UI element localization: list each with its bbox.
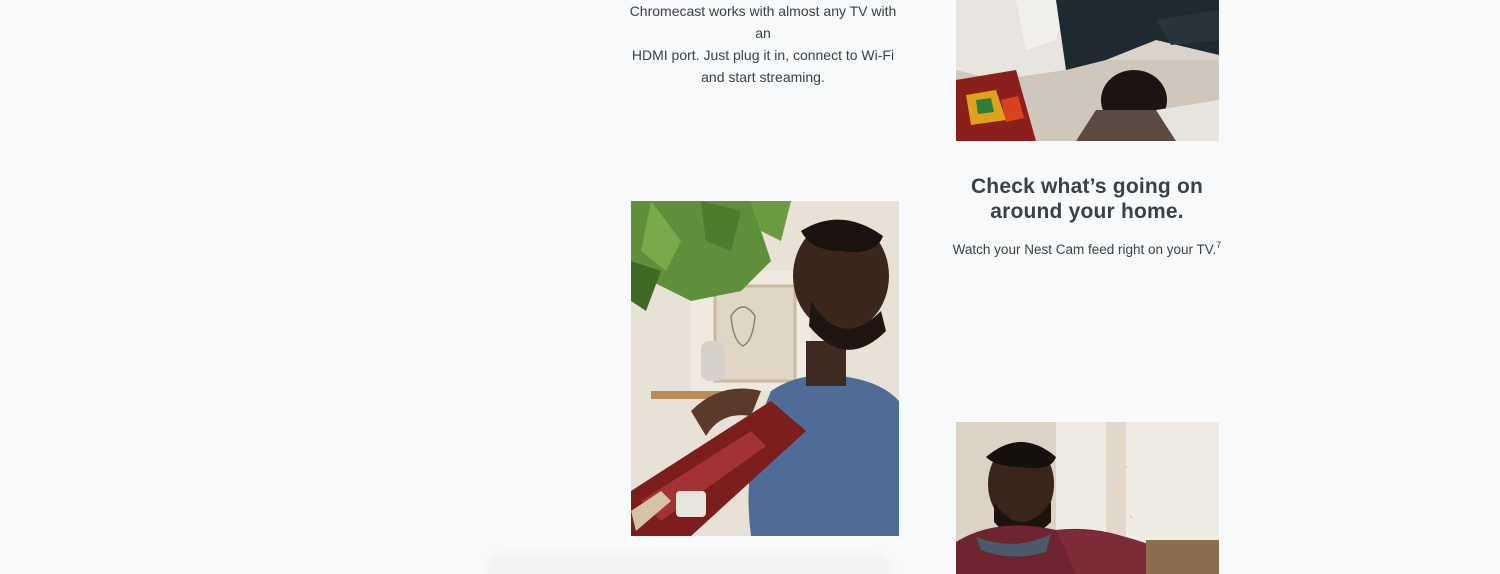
chromecast-text-block: Chromecast works with almost any TV with… xyxy=(628,0,898,88)
chromecast-description-line2: HDMI port. Just plug it in, connect to W… xyxy=(631,47,895,63)
nest-cam-heading-line2: around your home. xyxy=(990,200,1184,223)
man-playing-guitar-illustration xyxy=(631,201,899,536)
footnote-marker[interactable]: 7 xyxy=(1216,240,1221,250)
nest-cam-text-block: Check what’s going on around your home. … xyxy=(950,174,1224,261)
chromecast-description-line3: and start streaming. xyxy=(701,69,825,85)
next-section-card-edge xyxy=(490,558,890,574)
man-in-maroon-sweater-illustration xyxy=(956,422,1219,574)
man-in-maroon-sweater-photo xyxy=(956,422,1219,574)
chromecast-description-line1: Chromecast works with almost any TV with… xyxy=(629,3,897,41)
nest-cam-description-text: Watch your Nest Cam feed right on your T… xyxy=(952,242,1217,257)
chromecast-description: Chromecast works with almost any TV with… xyxy=(628,0,898,88)
nest-cam-description: Watch your Nest Cam feed right on your T… xyxy=(950,239,1224,261)
people-relaxing-illustration xyxy=(956,0,1219,141)
nest-cam-heading: Check what’s going on around your home. xyxy=(950,174,1224,224)
people-relaxing-photo xyxy=(956,0,1219,141)
man-playing-guitar-photo xyxy=(631,201,899,536)
page: Chromecast works with almost any TV with… xyxy=(0,0,1500,574)
nest-cam-heading-line1: Check what’s going on xyxy=(970,175,1204,198)
